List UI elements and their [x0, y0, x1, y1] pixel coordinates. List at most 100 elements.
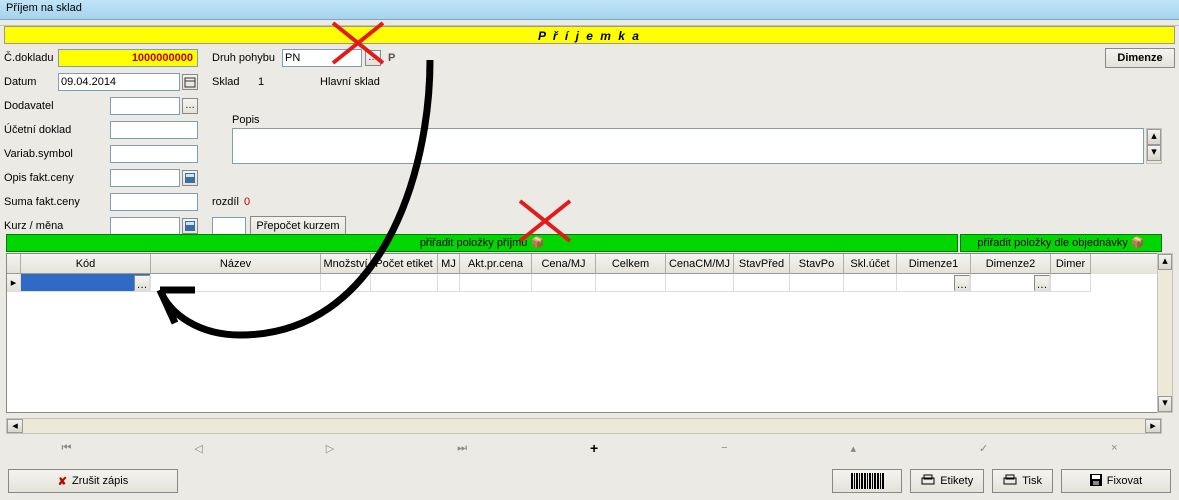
cell-mj[interactable]	[438, 274, 460, 292]
field-opis-fakt-ceny[interactable]	[110, 169, 180, 187]
cancel-x-icon: ✘	[58, 475, 67, 488]
priradit-prijmu-button[interactable]: přiřadit položky příjmu 📦	[6, 234, 958, 252]
field-c-dokladu[interactable]: 1000000000	[58, 49, 198, 67]
popis-scrollbar[interactable]: ▴ ▾	[1146, 128, 1162, 164]
col-akt-pr-cena[interactable]: Akt.pr.cena	[460, 254, 532, 274]
field-kurz[interactable]	[110, 217, 180, 235]
box-icon: 📦	[530, 237, 544, 249]
nav-cancel-icon[interactable]: ×	[1111, 442, 1117, 454]
col-mj[interactable]: MJ	[438, 254, 460, 274]
priradit-obj-button[interactable]: přiřadit položky dle objednávky 📦	[960, 234, 1162, 252]
scroll-track[interactable]	[23, 419, 1145, 433]
scroll-down-icon[interactable]: ▾	[1158, 396, 1172, 412]
calendar-picker-icon[interactable]	[182, 74, 198, 90]
grid-hscroll[interactable]: ◂ ▸	[6, 418, 1162, 434]
col-kod[interactable]: Kód	[21, 254, 151, 274]
cell-sklucet[interactable]	[844, 274, 897, 292]
label-variab-symbol: Variab.symbol	[4, 148, 73, 160]
cell-stavpred[interactable]	[734, 274, 790, 292]
col-stavpo[interactable]: StavPo	[790, 254, 844, 274]
lookup-dodavatel-icon[interactable]: …	[182, 98, 198, 114]
nav-delete-icon[interactable]: −	[721, 442, 727, 454]
printer-icon	[1003, 474, 1017, 489]
col-cena-mj[interactable]: Cena/MJ	[532, 254, 596, 274]
tisk-label: Tisk	[1022, 475, 1042, 487]
field-druh-pohybu[interactable]: PN	[282, 49, 362, 67]
scroll-left-icon[interactable]: ◂	[7, 419, 23, 433]
field-ucetni-doklad[interactable]	[110, 121, 198, 139]
col-dimer[interactable]: Dimer	[1051, 254, 1091, 274]
fixovat-label: Fixovat	[1107, 475, 1142, 487]
cell-dimer[interactable]	[1051, 274, 1091, 292]
nav-post-icon[interactable]: ✓	[979, 442, 988, 455]
nav-first-icon[interactable]: ⏮	[61, 442, 71, 455]
barcode-icon	[851, 473, 884, 489]
col-celkem[interactable]: Celkem	[596, 254, 666, 274]
field-variab-symbol[interactable]	[110, 145, 198, 163]
cell-pocet-etiket[interactable]	[371, 274, 438, 292]
calculator-opis-icon[interactable]	[182, 170, 198, 186]
printer-icon	[921, 474, 935, 489]
scroll-down-icon[interactable]: ▾	[1147, 145, 1161, 161]
field-mena[interactable]	[212, 217, 246, 235]
priradit-prijmu-label: přiřadit položky příjmu	[420, 237, 528, 249]
etikety-button[interactable]: Etikety	[910, 469, 984, 493]
lookup-kod-icon[interactable]: …	[134, 275, 150, 291]
cell-stavpo[interactable]	[790, 274, 844, 292]
field-suma-fakt-ceny[interactable]	[110, 193, 198, 211]
lookup-dim1-icon[interactable]: …	[954, 275, 970, 291]
grid-vscroll[interactable]: ▴ ▾	[1157, 253, 1173, 413]
field-datum[interactable]: 09.04.2014	[58, 73, 180, 91]
lookup-druh-icon[interactable]: …	[365, 50, 381, 66]
barcode-button[interactable]	[832, 469, 902, 493]
etikety-label: Etikety	[940, 475, 973, 487]
cell-dimenze1[interactable]: …	[897, 274, 971, 292]
sklad-name: Hlavní sklad	[320, 76, 380, 88]
table-row[interactable]: ▸ … … …	[7, 274, 1172, 292]
nav-next-icon[interactable]: ▷	[326, 442, 334, 455]
tisk-button[interactable]: Tisk	[992, 469, 1053, 493]
col-pocet-etiket[interactable]: Počet etiket	[371, 254, 438, 274]
scroll-up-icon[interactable]: ▴	[1158, 254, 1172, 270]
col-cenacm-mj[interactable]: CenaCM/MJ	[666, 254, 734, 274]
cell-nazev[interactable]	[151, 274, 321, 292]
label-datum: Datum	[4, 76, 36, 88]
nav-last-icon[interactable]: ⏭	[457, 442, 467, 455]
nav-edit-icon[interactable]: ▴	[850, 442, 856, 455]
field-dodavatel[interactable]	[110, 97, 180, 115]
fixovat-button[interactable]: Fixovat	[1061, 469, 1171, 493]
cell-mnozstvi[interactable]	[321, 274, 371, 292]
nav-add-icon[interactable]: +	[590, 440, 598, 456]
scroll-right-icon[interactable]: ▸	[1145, 419, 1161, 433]
value-rozdil: 0	[244, 196, 250, 208]
field-popis[interactable]	[232, 128, 1144, 164]
cell-kod[interactable]: …	[21, 274, 151, 292]
label-dodavatel: Dodavatel	[4, 100, 54, 112]
scroll-track[interactable]	[1158, 270, 1172, 396]
row-indicator-icon: ▸	[7, 274, 21, 292]
scroll-up-icon[interactable]: ▴	[1147, 129, 1161, 145]
cell-dimenze2[interactable]: …	[971, 274, 1051, 292]
cell-celkem[interactable]	[596, 274, 666, 292]
items-grid[interactable]: Kód Název Množství Počet etiket MJ Akt.p…	[6, 253, 1173, 413]
col-dimenze1[interactable]: Dimenze1	[897, 254, 971, 274]
sklad-number: 1	[258, 76, 264, 88]
cell-cena-mj[interactable]	[532, 274, 596, 292]
dimenze-button[interactable]: Dimenze	[1105, 48, 1175, 68]
box-icon: 📦	[1131, 237, 1145, 249]
col-nazev[interactable]: Název	[151, 254, 321, 274]
label-druh-pohybu: Druh pohybu	[212, 52, 275, 64]
calculator-kurz-icon[interactable]	[182, 218, 198, 234]
record-navigator: ⏮ ◁ ▷ ⏭ + − ▴ ✓ ×	[0, 438, 1179, 458]
label-kurz-mena: Kurz / měna	[4, 220, 63, 232]
cell-cenacm-mj[interactable]	[666, 274, 734, 292]
lookup-dim2-icon[interactable]: …	[1034, 275, 1050, 291]
prepocet-button[interactable]: Přepočet kurzem	[250, 216, 346, 236]
cell-akt-pr-cena[interactable]	[460, 274, 532, 292]
col-dimenze2[interactable]: Dimenze2	[971, 254, 1051, 274]
col-mnozstvi[interactable]: Množství	[321, 254, 371, 274]
nav-prev-icon[interactable]: ◁	[194, 442, 202, 455]
col-sklucet[interactable]: Skl.účet	[844, 254, 897, 274]
zrusit-button[interactable]: ✘ Zrušit zápis	[8, 469, 178, 493]
col-stavpred[interactable]: StavPřed	[734, 254, 790, 274]
